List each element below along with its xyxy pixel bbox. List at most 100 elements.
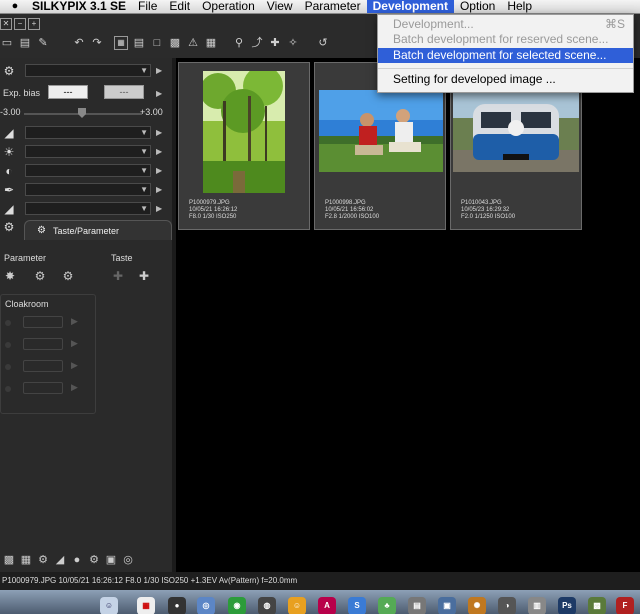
expand-arrow-icon[interactable]: ▶ xyxy=(156,87,162,100)
expand-arrow-icon[interactable]: ▶ xyxy=(156,183,162,196)
app-dock-icon[interactable]: ◑ xyxy=(498,597,516,614)
taste-dropdown[interactable]: ▼ xyxy=(25,64,151,77)
thumbnail-datetime: 10/05/21 16:56:02 xyxy=(325,207,374,213)
bottom-toolbar: ▩ ▦ ⚙ ◢ ● ⚙ ▣ ◎ xyxy=(0,553,174,569)
slider-max-label: +3.00 xyxy=(140,107,163,117)
menu-operation[interactable]: Operation xyxy=(196,0,261,13)
lens-icon[interactable]: ◎ xyxy=(121,553,135,567)
expand-arrow-icon[interactable]: ▶ xyxy=(156,145,162,158)
parameter-gear-icon[interactable]: ⚙ xyxy=(33,269,47,283)
warning-icon[interactable]: ⚠ xyxy=(186,36,200,50)
sun-icon[interactable]: ☀ xyxy=(2,145,16,159)
menu-item-batch-selected[interactable]: Batch development for selected scene... xyxy=(378,48,633,63)
settings-icon[interactable]: ⚙ xyxy=(36,553,50,567)
tone-curve-icon[interactable]: ⤴ xyxy=(250,36,264,50)
finder-dock-icon[interactable]: ☺ xyxy=(100,597,118,614)
app-dock-icon[interactable]: ▩ xyxy=(588,597,606,614)
app-dock-icon[interactable]: ♣ xyxy=(378,597,396,614)
photos-dock-icon[interactable]: ✺ xyxy=(468,597,486,614)
color-dropdown[interactable]: ▼ xyxy=(25,183,151,196)
cloakroom-slot[interactable]: ▶ xyxy=(1,381,91,397)
gear-icon[interactable]: ⚙ xyxy=(87,553,101,567)
exp-bias-input[interactable]: --- xyxy=(48,85,88,99)
eraser-icon[interactable]: ✎ xyxy=(36,36,50,50)
cloakroom-slot[interactable]: ▶ xyxy=(1,315,91,331)
brightness-dropdown[interactable]: ▼ xyxy=(25,145,151,158)
cloakroom-slot[interactable]: ▶ xyxy=(1,337,91,353)
slider-thumb[interactable] xyxy=(78,108,86,118)
redo-icon[interactable]: ↷ xyxy=(90,36,104,50)
app-dock-icon[interactable]: ▥ xyxy=(528,597,546,614)
expand-arrow-icon[interactable]: ▶ xyxy=(156,126,162,139)
expand-arrow-icon[interactable]: ▶ xyxy=(156,164,162,177)
cloakroom-section: Cloakroom ▶ ▶ ▶ ▶ xyxy=(0,294,96,414)
spot-icon[interactable]: ✚ xyxy=(268,36,282,50)
rotate-left-icon[interactable]: ↺ xyxy=(316,36,330,50)
skype-dock-icon[interactable]: S xyxy=(348,597,366,614)
preview-view-icon[interactable]: □ xyxy=(150,36,164,50)
menu-development[interactable]: Development xyxy=(366,0,454,13)
parameter-sparkle-icon[interactable]: ✸ xyxy=(3,269,17,283)
chrome-dock-icon[interactable]: ◉ xyxy=(228,597,246,614)
camera-dock-icon[interactable]: ● xyxy=(168,597,186,614)
thumbnail-view-icon[interactable]: ▦ xyxy=(114,36,128,50)
app-dock-icon[interactable]: ◍ xyxy=(258,597,276,614)
globe-icon[interactable]: ● xyxy=(70,553,84,567)
tone-icon[interactable]: ◢ xyxy=(53,553,67,567)
close-window-icon[interactable]: ✕ xyxy=(0,18,12,30)
app-dock-icon[interactable]: ☺ xyxy=(288,597,306,614)
expand-arrow-icon[interactable]: ▶ xyxy=(156,202,162,215)
minimize-window-icon[interactable]: − xyxy=(14,18,26,30)
open-file-icon[interactable]: ▤ xyxy=(18,36,32,50)
open-folder-icon[interactable]: ▭ xyxy=(0,36,14,50)
histogram-icon[interactable]: ▩ xyxy=(2,553,16,567)
white-balance-dropdown[interactable]: ▼ xyxy=(25,126,151,139)
settings-gears-icon[interactable]: ⚙ xyxy=(2,220,16,234)
taste-apply-icon[interactable]: ✚ xyxy=(137,269,151,283)
exp-bias-input-2[interactable]: --- xyxy=(104,85,144,99)
menu-option[interactable]: Option xyxy=(454,0,501,13)
combined-view-icon[interactable]: ▤ xyxy=(132,36,146,50)
safari-dock-icon[interactable]: ◎ xyxy=(197,597,215,614)
crop-frame-icon[interactable]: ▣ xyxy=(104,553,118,567)
acrobat-dock-icon[interactable]: A xyxy=(318,597,336,614)
thumbnail-card[interactable]: P1000979.JPG 10/05/21 16:26:12 F8.0 1/30… xyxy=(178,62,310,230)
thumbnail-datetime: 10/05/23 16:29:32 xyxy=(461,207,510,213)
cloakroom-slot[interactable]: ▶ xyxy=(1,359,91,375)
exif-icon[interactable]: ▦ xyxy=(19,553,33,567)
undo-icon[interactable]: ↶ xyxy=(72,36,86,50)
maximize-window-icon[interactable]: + xyxy=(28,18,40,30)
sharpness-dropdown[interactable]: ▼ xyxy=(25,202,151,215)
menu-edit[interactable]: Edit xyxy=(163,0,196,13)
app-dock-icon[interactable]: F xyxy=(616,597,634,614)
menu-help[interactable]: Help xyxy=(501,0,538,13)
exp-slider[interactable]: -3.00 +3.00 xyxy=(0,104,172,124)
taste-add-icon[interactable]: ✚ xyxy=(111,269,125,283)
menu-item-setting-developed[interactable]: Setting for developed image ... xyxy=(378,72,633,87)
crop-icon[interactable]: ✧ xyxy=(286,36,300,50)
contrast-icon[interactable]: ◐ xyxy=(2,164,16,178)
eyedropper-icon[interactable]: ✒ xyxy=(2,183,16,197)
parameter-gear2-icon[interactable]: ⚙ xyxy=(61,269,75,283)
compare-view-icon[interactable]: ▩ xyxy=(168,36,182,50)
white-balance-icon[interactable]: ◢ xyxy=(2,126,16,140)
apple-menu-icon[interactable]: ● xyxy=(0,0,26,13)
expand-arrow-icon[interactable]: ▶ xyxy=(156,64,162,77)
menu-file[interactable]: File xyxy=(132,0,163,13)
menu-parameter[interactable]: Parameter xyxy=(299,0,367,13)
thumbnail-meta: P1000979.JPG 10/05/21 16:26:12 F8.0 1/30… xyxy=(189,200,237,221)
app-dock-icon[interactable]: ▤ xyxy=(408,597,426,614)
menu-item-development[interactable]: Development... ⌘S xyxy=(378,17,633,32)
calendar-dock-icon[interactable]: ▦ xyxy=(137,597,155,614)
zoom-icon[interactable]: ⚲ xyxy=(232,36,246,50)
sharpness-icon[interactable]: ◢ xyxy=(2,202,16,216)
photoshop-dock-icon[interactable]: Ps xyxy=(558,597,576,614)
gear-icon[interactable]: ⚙ xyxy=(2,64,16,78)
menu-app-name[interactable]: SILKYPIX 3.1 SE xyxy=(26,0,132,13)
grid-icon[interactable]: ▦ xyxy=(204,36,218,50)
tab-taste-parameter[interactable]: ⚙ Taste/Parameter xyxy=(24,220,172,240)
menu-item-batch-reserved[interactable]: Batch development for reserved scene... xyxy=(378,32,633,47)
contrast-dropdown[interactable]: ▼ xyxy=(25,164,151,177)
app-dock-icon[interactable]: ▣ xyxy=(438,597,456,614)
menu-view[interactable]: View xyxy=(261,0,299,13)
